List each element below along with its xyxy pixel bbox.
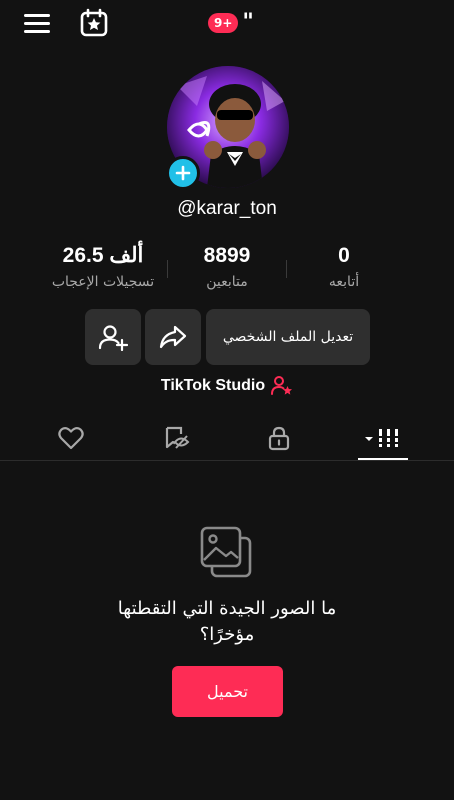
photos-icon bbox=[198, 524, 256, 582]
share-profile-button[interactable] bbox=[145, 309, 201, 365]
username: @karar_ton bbox=[177, 198, 277, 219]
top-bar: 9+ " bbox=[0, 0, 454, 48]
empty-state-line1: ما الصور الجيدة التي التقطتها bbox=[117, 598, 337, 619]
followers-count: 8899 bbox=[203, 244, 251, 267]
share-arrow-icon bbox=[159, 325, 187, 349]
empty-state-line2: مؤخرًا؟ bbox=[199, 624, 255, 645]
followers-label: متابعين bbox=[206, 274, 248, 290]
content-tabs bbox=[0, 415, 454, 461]
quote-mark: " bbox=[242, 10, 254, 35]
lock-icon bbox=[268, 426, 290, 451]
add-friend-button[interactable] bbox=[85, 309, 141, 365]
following-label: أتابعه bbox=[328, 274, 360, 290]
tab-private[interactable] bbox=[239, 415, 319, 461]
calendar-star-icon[interactable] bbox=[79, 8, 109, 38]
following-count: 0 bbox=[338, 244, 350, 267]
followers-stat[interactable]: 8899 متابعين bbox=[162, 242, 292, 292]
likes-stat[interactable]: 26.5 ألف تسجيلات الإعجاب bbox=[38, 242, 168, 292]
add-avatar-button[interactable] bbox=[166, 156, 200, 190]
add-user-icon bbox=[98, 325, 128, 351]
edit-profile-button[interactable]: تعديل الملف الشخصي bbox=[206, 309, 370, 365]
upload-button[interactable]: تحميل bbox=[172, 666, 283, 717]
hamburger-menu-icon[interactable] bbox=[24, 12, 50, 34]
studio-label: TikTok Studio bbox=[160, 377, 266, 394]
stats-row: 0 أتابعه 8899 متابعين 26.5 ألف تسجيلات ا… bbox=[0, 242, 454, 296]
plus-icon bbox=[175, 165, 191, 181]
profile-actions: تعديل الملف الشخصي bbox=[0, 309, 454, 365]
tab-reposts[interactable] bbox=[137, 415, 217, 461]
hidden-bookmark-icon bbox=[165, 426, 190, 449]
grid-bars-icon bbox=[365, 429, 400, 447]
stat-divider bbox=[286, 260, 287, 278]
likes-label: تسجيلات الإعجاب bbox=[51, 274, 155, 290]
empty-state-message: ما الصور الجيدة التي التقطتها مؤخرًا؟ bbox=[0, 596, 454, 648]
active-tab-indicator bbox=[358, 458, 408, 460]
notification-badge-group[interactable]: 9+ " bbox=[208, 12, 254, 34]
tab-videos[interactable] bbox=[343, 415, 423, 461]
notification-badge: 9+ bbox=[208, 13, 239, 33]
heart-icon bbox=[58, 427, 84, 450]
following-stat[interactable]: 0 أتابعه bbox=[279, 242, 409, 292]
tiktok-studio-link[interactable]: TikTok Studio bbox=[0, 375, 454, 397]
likes-count: 26.5 ألف bbox=[62, 244, 144, 267]
user-star-icon bbox=[271, 376, 293, 395]
tab-liked[interactable] bbox=[31, 415, 111, 461]
stat-divider bbox=[167, 260, 168, 278]
